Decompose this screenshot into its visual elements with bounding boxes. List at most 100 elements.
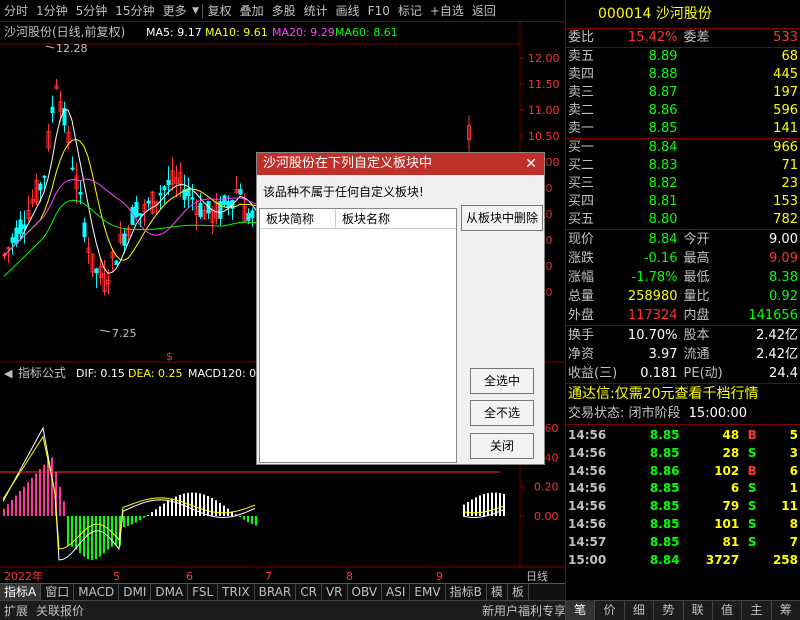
quote-nav-tab[interactable]: 价 <box>594 600 623 620</box>
back-button[interactable]: 返回 <box>468 0 500 22</box>
add-watchlist-button[interactable]: +自选 <box>426 0 468 22</box>
more-caret-icon[interactable]: ▼ <box>191 0 201 22</box>
tab-fenshi[interactable]: 分时 <box>0 0 32 22</box>
quote-nav-tab[interactable]: 笔 <box>565 600 595 620</box>
tab-indicator-a[interactable]: 指标A <box>0 584 42 600</box>
quote-nav-tab[interactable]: 值 <box>711 600 741 620</box>
new-user-promo-link[interactable]: 新用户福利专享 <box>478 602 570 619</box>
tab-board[interactable]: 板 <box>508 584 529 600</box>
tab-window[interactable]: 窗口 <box>41 584 75 600</box>
indicator-formula-label[interactable]: 指标公式 <box>18 365 66 380</box>
asks-row[interactable]: 卖四 8.88 445 <box>566 66 800 84</box>
close-button[interactable]: 关闭 <box>470 433 534 459</box>
close-icon[interactable]: ✕ <box>524 153 538 175</box>
mark-button[interactable]: 标记 <box>394 0 426 22</box>
tab-1min[interactable]: 1分钟 <box>32 0 72 22</box>
block-list[interactable]: 板块简称 板块名称 <box>259 208 457 463</box>
tab-fsl[interactable]: FSL <box>188 584 219 600</box>
tab-more[interactable]: 更多 <box>159 0 191 22</box>
asks-label: 卖二 <box>568 103 595 118</box>
asks-row[interactable]: 卖三 8.87 197 <box>566 84 800 102</box>
tick-row[interactable]: 15:00 8.84 3727 258 <box>566 552 800 570</box>
stat-label: 最低 <box>683 270 710 285</box>
f10-button[interactable]: F10 <box>364 0 394 22</box>
tick-count: 6 <box>789 463 798 478</box>
bids-row[interactable]: 买一 8.84 966 <box>566 139 800 157</box>
stat-value: 10.70% <box>627 328 678 343</box>
tab-dmi[interactable]: DMI <box>119 584 152 600</box>
quote-nav-tab[interactable]: 筹 <box>770 600 800 620</box>
tick-row[interactable]: 14:57 8.85 81 S 7 <box>566 534 800 552</box>
tick-row[interactable]: 14:56 8.85 101 S 8 <box>566 516 800 534</box>
bids-label: 买二 <box>568 158 595 173</box>
asks-row[interactable]: 卖二 8.86 596 <box>566 102 800 120</box>
weibi-value: 15.42% <box>627 30 678 45</box>
tab-indicator-b[interactable]: 指标B <box>446 584 487 600</box>
tab-obv[interactable]: OBV <box>348 584 383 600</box>
price-stats: 现价 8.84 今开 9.00 涨跌 -0.16 最高 9.09 涨幅 -1.78% 最低 8.38 总… <box>566 230 800 325</box>
tab-template[interactable]: 模 <box>487 584 508 600</box>
tick-side: S <box>747 516 757 531</box>
price-tick-label: 11.50 <box>528 78 560 91</box>
remove-from-block-button[interactable]: 从板块中删除 <box>461 205 543 231</box>
bids-row[interactable]: 买四 8.81 153 <box>566 193 800 211</box>
quote-panel: 000014 沙河股份 委比 15.42% 委差 533 卖五 8.89 68 卖四 8… <box>565 0 800 600</box>
col-block-short[interactable]: 板块简称 <box>260 209 336 228</box>
bids-price: 8.82 <box>648 176 678 191</box>
bids-row[interactable]: 买三 8.82 23 <box>566 175 800 193</box>
quote-nav-tab[interactable]: 主 <box>741 600 770 620</box>
stat-label: 净资 <box>568 347 595 362</box>
stats-button[interactable]: 统计 <box>300 0 332 22</box>
tick-price: 8.85 <box>649 428 680 442</box>
tick-count: 8 <box>789 516 798 531</box>
expand-button[interactable]: 扩展 <box>0 602 32 619</box>
bids-row[interactable]: 买二 8.83 71 <box>566 157 800 175</box>
tick-row[interactable]: 14:56 8.85 79 S 11 <box>566 498 800 516</box>
asks-volume: 68 <box>781 49 798 64</box>
tick-count: 11 <box>781 499 798 514</box>
tick-row[interactable]: 14:56 8.85 6 S 1 <box>566 480 800 498</box>
asks-volume: 141 <box>773 121 798 136</box>
asks-row[interactable]: 卖一 8.85 141 <box>566 120 800 138</box>
select-none-button[interactable]: 全不选 <box>470 400 534 426</box>
tick-row[interactable]: 14:56 8.86 102 B 6 <box>566 463 800 481</box>
tab-15min[interactable]: 15分钟 <box>111 0 158 22</box>
fuquan-button[interactable]: 复权 <box>204 0 236 22</box>
multi-stock-button[interactable]: 多股 <box>268 0 300 22</box>
tick-list[interactable]: 14:56 8.85 48 B 5 14:56 8.85 28 S 3 14:56 8.86 102 B 6… <box>566 425 800 569</box>
tab-vr[interactable]: VR <box>322 584 348 600</box>
promo-banner[interactable]: 通达信:仅需20元查看千档行情 <box>566 384 800 404</box>
asks-row[interactable]: 卖五 8.89 68 <box>566 48 800 66</box>
stat-label: 内盘 <box>683 308 710 323</box>
tab-trix[interactable]: TRIX <box>218 584 255 600</box>
related-quote-button[interactable]: 关联报价 <box>32 602 88 619</box>
tick-price: 8.85 <box>649 481 680 496</box>
tab-dma[interactable]: DMA <box>151 584 189 600</box>
tab-brar[interactable]: BRAR <box>255 584 297 600</box>
bids-label: 买五 <box>568 212 595 227</box>
tick-row[interactable]: 14:56 8.85 48 B 5 <box>566 427 800 445</box>
xaxis-month-7: 7 <box>265 570 272 583</box>
tab-macd[interactable]: MACD <box>74 584 120 600</box>
bids-row[interactable]: 买五 8.80 782 <box>566 211 800 229</box>
select-all-button[interactable]: 全选中 <box>470 368 534 394</box>
col-block-name[interactable]: 板块名称 <box>336 209 456 228</box>
tab-asi[interactable]: ASI <box>382 584 411 600</box>
tab-5min[interactable]: 5分钟 <box>72 0 112 22</box>
quote-nav-tab[interactable]: 势 <box>653 600 682 620</box>
tick-time: 14:56 <box>568 445 607 460</box>
bids-price: 8.84 <box>648 140 678 155</box>
draw-line-button[interactable]: 画线 <box>332 0 364 22</box>
quote-nav-tab[interactable]: 细 <box>623 600 653 620</box>
stat-row: 涨跌 -0.16 最高 9.09 <box>566 249 800 268</box>
quote-nav-tab[interactable]: 联 <box>682 600 712 620</box>
xaxis-period: 日线 <box>526 569 548 583</box>
tab-cr[interactable]: CR <box>296 584 322 600</box>
indicator-arrow-icon[interactable]: ◀ <box>4 367 13 380</box>
asks-price: 8.88 <box>648 67 678 82</box>
overlay-button[interactable]: 叠加 <box>236 0 268 22</box>
tick-row[interactable]: 14:56 8.85 28 S 3 <box>566 445 800 463</box>
xaxis-month-9: 9 <box>436 570 443 583</box>
tab-emv[interactable]: EMV <box>410 584 446 600</box>
candle-body <box>82 222 87 238</box>
